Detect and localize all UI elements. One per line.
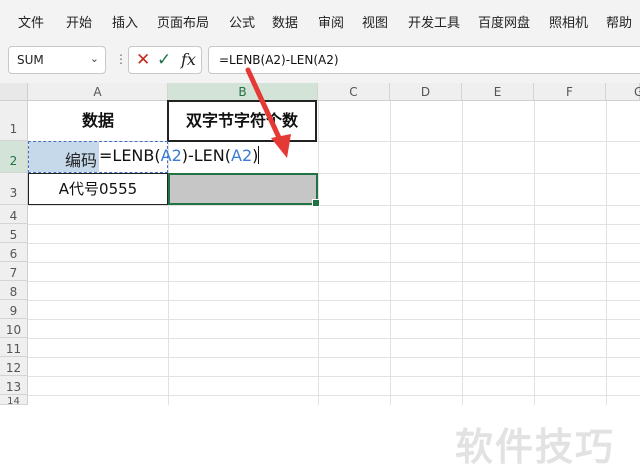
arrow-shaft (245, 67, 284, 145)
watermark: 软件技巧 (455, 425, 616, 469)
annotation-arrow-icon (245, 67, 291, 158)
arrow-head (271, 134, 291, 158)
